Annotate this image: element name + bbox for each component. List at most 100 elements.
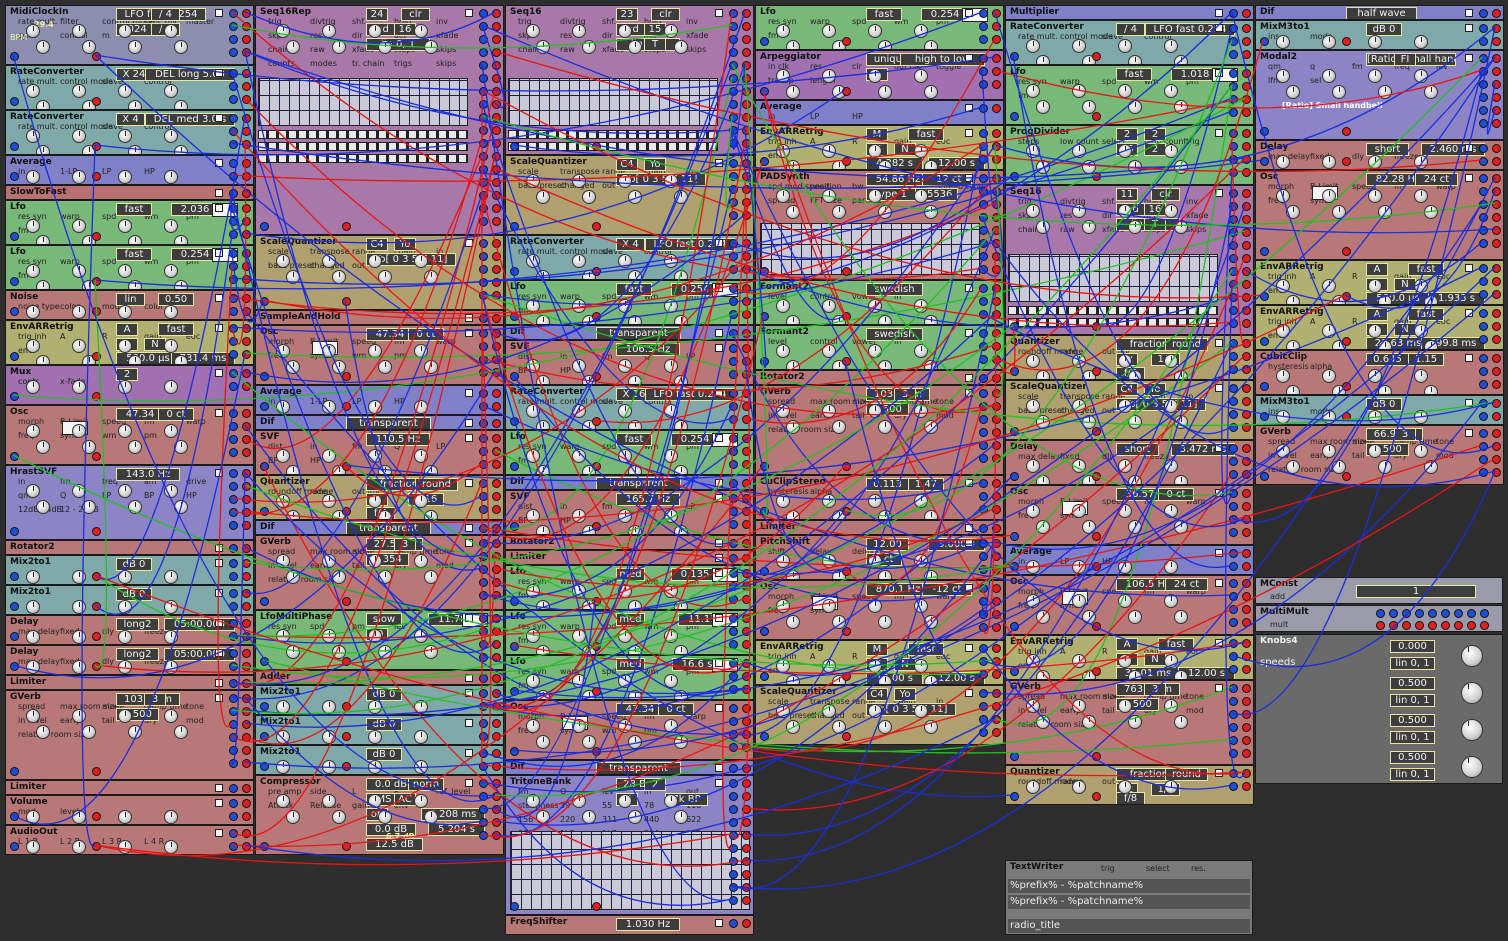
parameter-knob[interactable] [1322,189,1336,203]
output-jack[interactable] [492,447,501,456]
parameter-knob[interactable] [174,500,188,514]
parameter-knob[interactable] [1072,204,1086,218]
parameter-knob[interactable] [822,554,836,568]
output-jack[interactable] [242,230,251,239]
module-seq16[interactable]: Seq16trigdivtrigshf.holdinvskpresdiractx… [1005,185,1254,335]
parameter-knob[interactable] [1368,69,1382,83]
value-display[interactable]: 3.000 s [928,538,985,551]
output-jack[interactable] [1242,339,1251,348]
module-dif[interactable]: Dif transparent [505,475,754,490]
parameter-knob[interactable] [786,85,800,99]
input-jack[interactable] [729,22,738,31]
parameter-knob[interactable] [878,360,892,369]
parameter-knob[interactable] [368,24,382,38]
value-display[interactable]: long2 [116,618,159,631]
input-jack[interactable] [1229,280,1238,289]
value-display[interactable]: fast [908,643,944,656]
parameter-knob[interactable] [26,380,40,394]
parameter-knob[interactable] [664,299,678,313]
parameter-knob[interactable] [72,630,86,644]
parameter-knob[interactable] [1174,160,1188,174]
toggle-button[interactable] [715,389,723,397]
input-jack[interactable] [1229,50,1238,59]
input-jack[interactable] [479,217,488,226]
parameter-knob[interactable] [1072,354,1086,368]
input-jack[interactable] [260,657,269,666]
input-jack[interactable] [479,447,488,456]
input-jack[interactable] [479,591,488,600]
input-jack[interactable] [979,80,988,89]
input-jack[interactable] [729,704,738,713]
value-display[interactable]: A [1116,638,1138,651]
output-jack[interactable] [742,627,751,636]
parameter-knob[interactable] [628,375,642,384]
output-jack[interactable] [92,452,101,461]
output-jack[interactable] [242,337,251,346]
output-jack[interactable] [1092,427,1101,436]
parameter-knob[interactable] [924,40,938,49]
output-jack[interactable] [992,505,1001,514]
module-osc[interactable]: OscmorphB-Limitspeedfmwarpfreqsyncwmpm47… [255,325,504,385]
input-jack[interactable] [979,552,988,561]
output-jack[interactable] [742,35,751,44]
value-display[interactable]: 3 [894,388,916,401]
parameter-knob[interactable] [1072,594,1086,608]
output-jack[interactable] [742,22,751,31]
parameter-knob[interactable] [128,145,142,154]
parameter-knob[interactable] [174,235,188,244]
parameter-knob[interactable] [1322,369,1336,383]
parameter-knob[interactable] [582,40,596,54]
input-jack[interactable] [1229,339,1238,348]
parameter-knob[interactable] [26,424,40,438]
parameter-knob[interactable] [72,660,86,674]
input-jack[interactable] [1010,752,1019,761]
output-jack[interactable] [242,842,251,851]
input-jack[interactable] [10,392,19,401]
module-lfo[interactable]: Lfo res syn warp spd wm pm fm med 11.11 s [505,610,754,655]
output-jack[interactable] [242,559,251,568]
parameter-knob[interactable] [1368,324,1382,338]
parameter-knob[interactable] [368,344,382,358]
output-jack[interactable] [492,48,501,57]
output-jack[interactable] [242,82,251,91]
output-jack[interactable] [842,357,851,366]
output-jack[interactable] [992,657,1001,666]
value-display[interactable]: 3 [1144,683,1166,696]
output-jack[interactable] [242,544,251,553]
output-jack[interactable] [992,310,1001,319]
parameter-knob[interactable] [164,170,178,184]
output-jack[interactable] [1492,442,1501,451]
toggle-button[interactable] [715,704,723,712]
input-jack[interactable] [10,632,19,641]
parameter-knob[interactable] [822,704,836,718]
value-display[interactable]: 12.00 [866,538,909,551]
parameter-knob[interactable] [424,270,438,284]
toggle-button[interactable] [215,369,223,377]
input-jack[interactable] [729,344,738,353]
output-jack[interactable] [742,539,751,548]
output-jack[interactable] [1492,80,1501,89]
output-jack[interactable] [992,265,1001,274]
parameter-knob[interactable] [164,24,178,38]
output-jack[interactable] [492,74,501,83]
input-jack[interactable] [479,640,488,649]
parameter-knob[interactable] [924,315,938,324]
input-jack[interactable] [979,67,988,76]
toggle-button[interactable] [1465,54,1473,62]
output-jack[interactable] [1492,309,1501,318]
value-display[interactable]: 3 [394,538,416,551]
value-display[interactable]: 1 [1356,585,1476,598]
toggle-button[interactable] [715,539,723,547]
input-jack[interactable] [729,389,738,398]
input-jack[interactable] [229,448,238,457]
output-jack[interactable] [992,565,1001,574]
module-slowtofast[interactable]: SlowToFast [5,185,254,200]
value-display[interactable]: N [894,143,916,156]
input-jack[interactable] [729,857,738,866]
parameter-knob[interactable] [1036,370,1050,379]
output-jack[interactable] [1092,562,1101,571]
toggle-button[interactable] [1215,639,1223,647]
parameter-knob[interactable] [118,84,132,98]
parameter-knob[interactable] [914,659,928,673]
toggle-button[interactable] [215,409,223,417]
